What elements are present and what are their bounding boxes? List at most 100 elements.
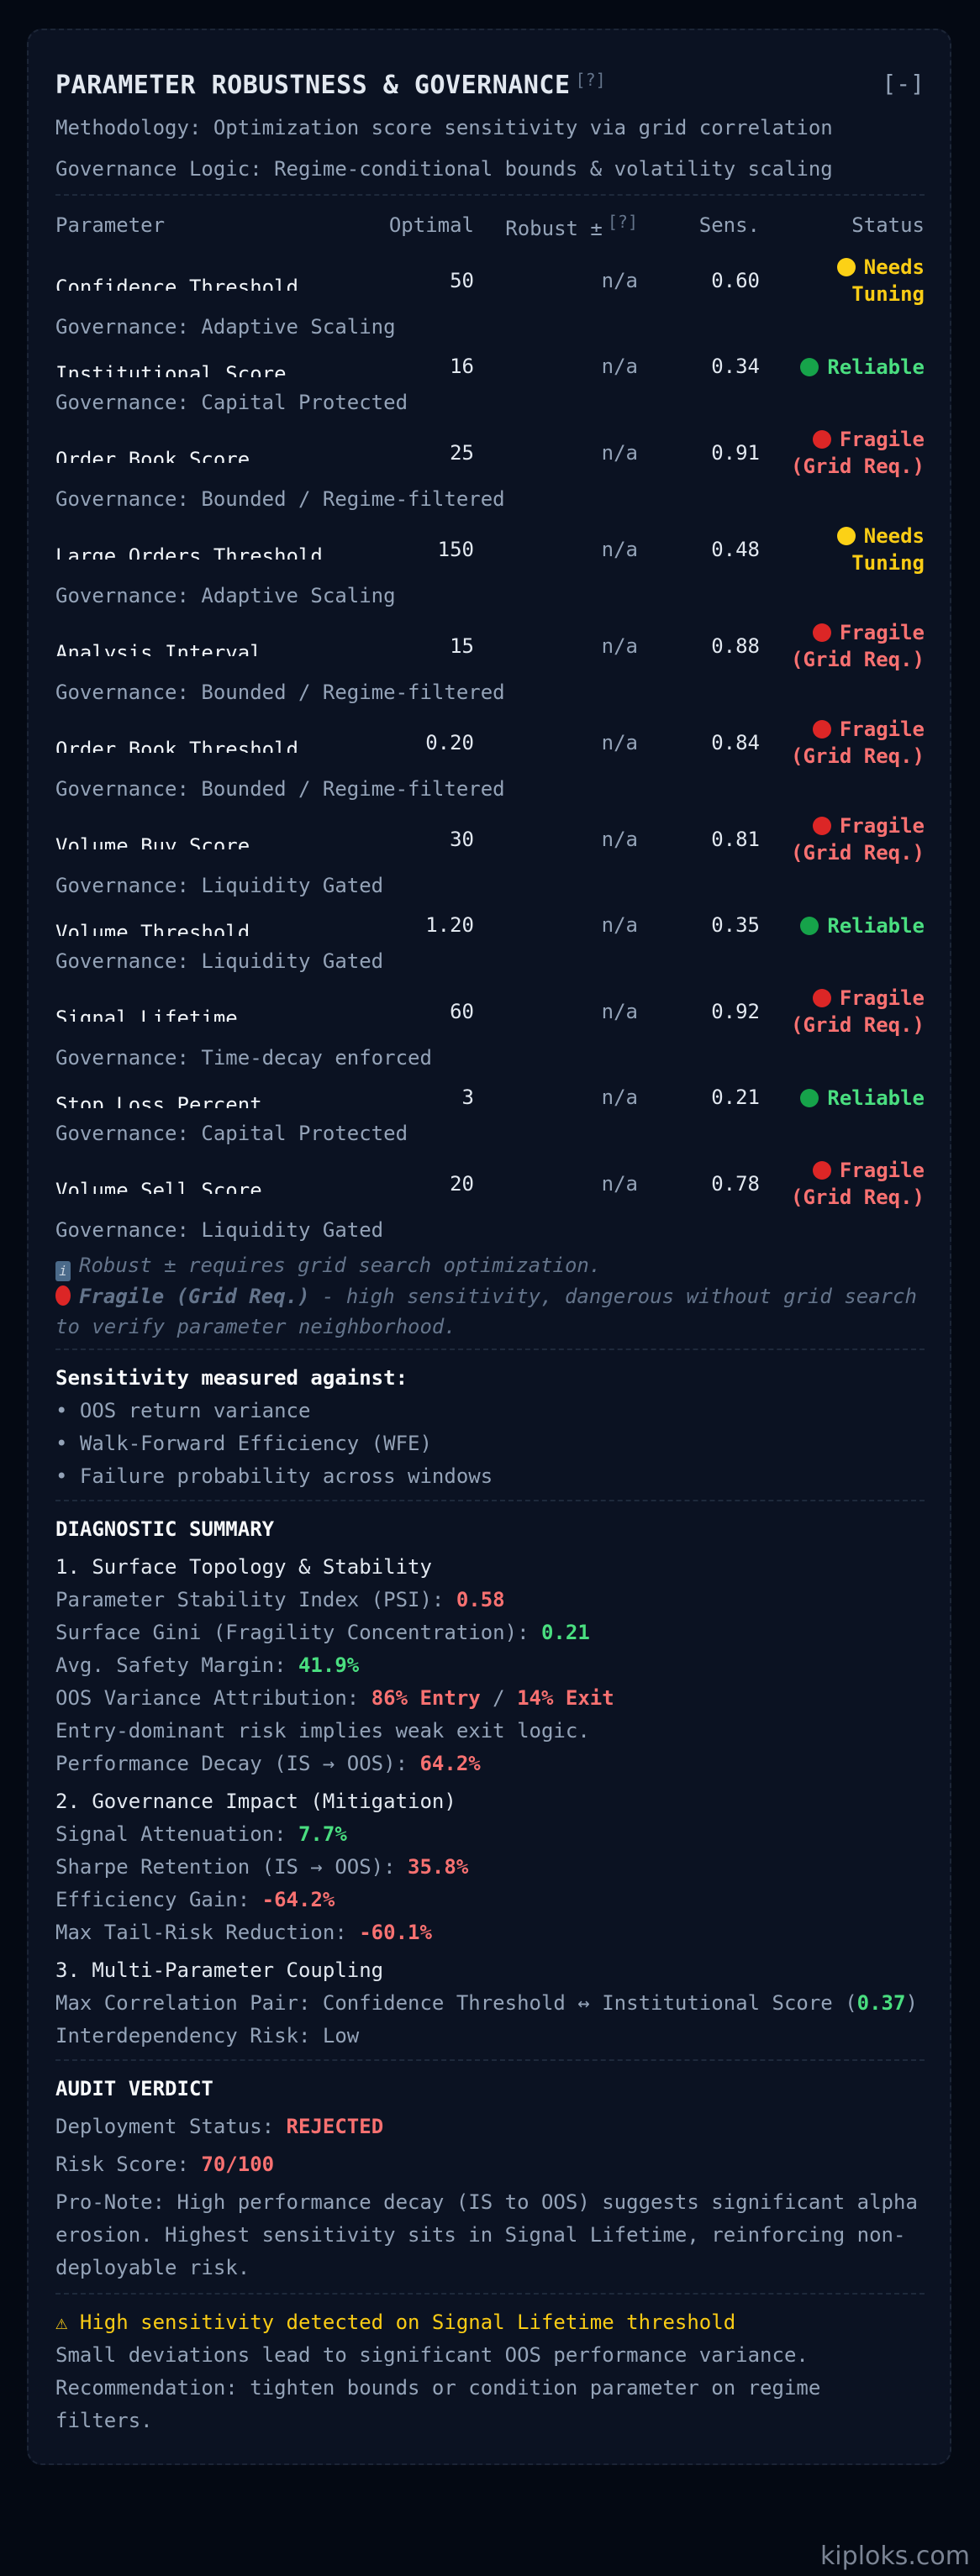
warning-title: ⚠ High sensitivity detected on Signal Li… [55, 2311, 736, 2334]
robust-footnote-text: Robust ± requires grid search optimizati… [79, 1254, 602, 1277]
panel-title: PARAMETER ROBUSTNESS & GOVERNANCE [55, 71, 571, 100]
status-text: Reliable [827, 1086, 925, 1110]
governance-note: Governance: Capital Protected [55, 391, 408, 414]
sensitivity-value: 0.84 [711, 730, 760, 754]
status-badge: Reliable [760, 1085, 925, 1112]
table-row[interactable]: Stop Loss Percent 3 n/a 0.21 Reliable [55, 1076, 925, 1114]
methodology-text: Methodology: Optimization score sensitiv… [55, 116, 833, 139]
psi-line: Parameter Stability Index (PSI): 0.58 [55, 1584, 925, 1617]
divider [55, 1500, 925, 1501]
parameter-name: Stop Loss Percent [55, 1092, 262, 1108]
robust-value: n/a [601, 1171, 638, 1196]
attenuation-label: Signal Attenuation: [55, 1822, 298, 1846]
deployment-status-value: REJECTED [286, 2115, 384, 2138]
panel-header: PARAMETER ROBUSTNESS & GOVERNANCE [?] [-] [55, 64, 925, 103]
status-text: Fragile (Grid Req.) [791, 814, 925, 865]
sharpe-label: Sharpe Retention (IS → OOS): [55, 1855, 408, 1879]
gini-line: Surface Gini (Fragility Concentration): … [55, 1617, 925, 1649]
optimal-value: 20 [450, 1171, 474, 1196]
table-row[interactable]: Volume Threshold 1.20 n/a 0.35 Reliable [55, 904, 925, 942]
status-badge: Fragile (Grid Req.) [760, 1157, 925, 1211]
margin-value: 41.9% [298, 1653, 360, 1677]
status-badge: Needs Tuning [760, 254, 925, 308]
table-row[interactable]: Order Book Score 25 n/a 0.91 Fragile (Grid R… [55, 421, 925, 480]
sensitivity-title: Sensitivity measured against: [55, 1366, 408, 1390]
sensitivity-value: 0.35 [711, 913, 760, 937]
governance-note: Governance: Liquidity Gated [55, 874, 384, 897]
fragile-footnote: Fragile (Grid Req.) - high sensitivity, … [55, 1281, 925, 1342]
status-text: Fragile (Grid Req.) [791, 428, 925, 478]
table-row[interactable]: Signal Lifetime 60 n/a 0.92 Fragile (Grid Re… [55, 980, 925, 1038]
pair-close: ) [905, 1991, 918, 2015]
robust-value: n/a [601, 537, 638, 561]
risk-score-value: 70/100 [201, 2153, 275, 2176]
table-header: Parameter Optimal Robust ± [?] Sens. Stat… [55, 206, 925, 245]
table-row[interactable]: Institutional Score 16 n/a 0.34 Reliable [55, 345, 925, 383]
oos-label: OOS Variance Attribution: [55, 1686, 371, 1710]
margin-line: Avg. Safety Margin: 41.9% [55, 1649, 925, 1682]
table-row[interactable]: Volume Buy Score 30 n/a 0.81 Fragile (Grid R… [55, 807, 925, 866]
sensitivity-value: 0.78 [711, 1171, 760, 1196]
optimal-value: 1.20 [425, 913, 474, 937]
robust-help-button[interactable]: [?] [608, 212, 638, 232]
fragile-label: Fragile (Grid Req.) [79, 1285, 310, 1308]
table-row[interactable]: Analysis Interval 15 n/a 0.88 Fragile (Grid … [55, 614, 925, 673]
sharpe-line: Sharpe Retention (IS → OOS): 35.8% [55, 1851, 925, 1884]
status-text: Fragile (Grid Req.) [791, 1159, 925, 1209]
governance-note: Governance: Adaptive Scaling [55, 584, 396, 607]
col-robust-label: Robust ± [505, 217, 603, 240]
sensitivity-value: 0.48 [711, 537, 760, 561]
status-text: Reliable [827, 355, 925, 379]
collapse-button[interactable]: [-] [882, 67, 925, 100]
divider [55, 2059, 925, 2061]
table-row[interactable]: Large Orders Threshold 150 n/a 0.48 Needs Tu… [55, 518, 925, 576]
parameter-name: Confidence Threshold [55, 276, 298, 291]
pair-label: Max Correlation Pair: Confidence Thresho… [55, 1991, 857, 2015]
help-button[interactable]: [?] [576, 70, 606, 90]
tail-risk-line: Max Tail-Risk Reduction: -60.1% [55, 1916, 925, 1949]
parameter-table-body: Confidence Threshold 50 n/a 0.60 Needs Tunin… [55, 249, 925, 1247]
col-optimal: Optimal [388, 213, 474, 237]
governance-note: Governance: Bounded / Regime-filtered [55, 681, 505, 704]
info-icon: i [55, 1261, 71, 1281]
separator: / [480, 1686, 518, 1710]
oos-attribution-line: OOS Variance Attribution: 86% Entry / 14… [55, 1682, 925, 1715]
optimal-value: 25 [450, 440, 474, 465]
attenuation-value: 7.7% [298, 1822, 347, 1846]
table-row[interactable]: Volume Sell Score 20 n/a 0.78 Fragile (Grid … [55, 1152, 925, 1211]
governance-logic-text: Governance Logic: Regime-conditional bou… [55, 157, 833, 181]
entry-note: Entry-dominant risk implies weak exit lo… [55, 1719, 590, 1743]
section-3-title: 3. Multi-Parameter Coupling [55, 1958, 384, 1982]
parameter-name: Order Book Score [55, 448, 250, 463]
gini-value: 0.21 [540, 1621, 590, 1644]
robust-value: n/a [601, 440, 638, 465]
optimal-value: 30 [450, 827, 474, 851]
yellow-circle-icon [836, 527, 856, 545]
parameter-name: Analysis Interval [55, 641, 262, 656]
sensitivity-item: • OOS return variance [55, 1399, 311, 1422]
parameter-name: Volume Buy Score [55, 834, 250, 849]
status-badge: Reliable [760, 912, 925, 939]
status-text: Fragile (Grid Req.) [791, 718, 925, 768]
status-text: Needs Tuning [851, 255, 925, 306]
sensitivity-value: 0.21 [711, 1086, 760, 1109]
red-circle-icon [812, 720, 831, 739]
watermark: kiploks.com [819, 2542, 970, 2571]
robust-value: n/a [601, 355, 638, 378]
red-circle-icon [812, 817, 831, 835]
table-row[interactable]: Confidence Threshold 50 n/a 0.60 Needs Tunin… [55, 249, 925, 308]
sharpe-value: 35.8% [408, 1855, 469, 1879]
robust-value: n/a [601, 913, 638, 937]
parameter-name: Order Book Threshold [55, 738, 298, 753]
col-sens: Sens. [698, 213, 760, 237]
correlation-pair-line: Max Correlation Pair: Confidence Thresho… [55, 1987, 925, 2020]
entry-value: 86% Entry [371, 1686, 481, 1710]
exit-value: 14% Exit [517, 1686, 614, 1710]
status-badge: Fragile (Grid Req.) [760, 426, 925, 480]
diagnostic-title: DIAGNOSTIC SUMMARY [55, 1517, 275, 1541]
table-row[interactable]: Order Book Threshold 0.20 n/a 0.84 Fragile (… [55, 711, 925, 770]
sensitivity-value: 0.60 [711, 268, 760, 292]
red-circle-icon [55, 1285, 71, 1306]
risk-score-line: Risk Score: 70/100 [55, 2148, 925, 2181]
robustness-panel: PARAMETER ROBUSTNESS & GOVERNANCE [?] [-]… [27, 29, 951, 2465]
